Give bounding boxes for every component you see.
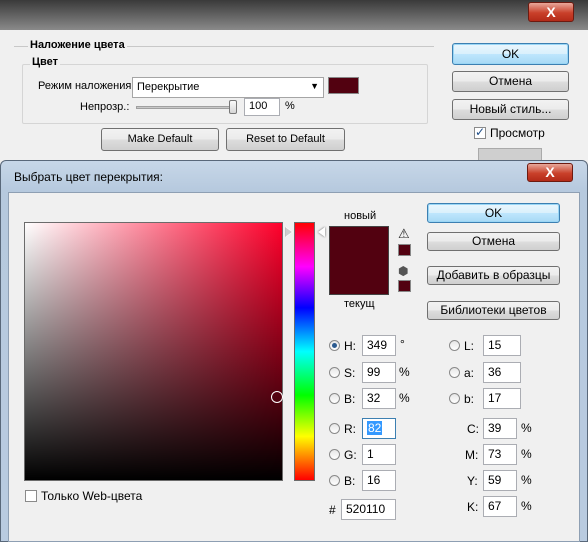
preview-checkbox[interactable]: ✓ [474, 125, 486, 139]
blend-mode-label: Режим наложения: [38, 80, 135, 92]
new-style-button[interactable]: Новый стиль... [452, 99, 569, 120]
y-label: Y: [467, 474, 478, 488]
radio-l[interactable] [449, 340, 460, 351]
current-color-swatch[interactable] [329, 260, 389, 295]
r-input[interactable]: 82 [362, 418, 396, 439]
preview-label: Просмотр [490, 126, 545, 140]
chevron-down-icon: ▼ [310, 81, 319, 91]
k-unit: % [521, 499, 532, 513]
window-titlebar [0, 0, 588, 30]
a-label: a: [464, 366, 475, 380]
m-input[interactable]: 73 [483, 444, 517, 465]
overlay-color-swatch[interactable] [328, 77, 359, 94]
hue-arrow-left-outline [285, 227, 292, 237]
s-label: S: [344, 366, 356, 380]
radio-r[interactable] [329, 423, 340, 434]
radio-lab-b[interactable] [449, 393, 460, 404]
picker-cancel-button[interactable]: Отмена [427, 232, 560, 251]
hue-slider[interactable] [294, 222, 315, 481]
hex-input[interactable]: 520110 [341, 499, 396, 520]
color-group-title: Цвет [30, 56, 61, 68]
k-input[interactable]: 67 [483, 496, 517, 517]
cube-icon[interactable]: ⬢ [398, 264, 408, 278]
web-colors-label: Только Web-цвета [41, 489, 143, 503]
opacity-input[interactable]: 100 [244, 98, 280, 116]
lab-b-input[interactable]: 17 [483, 388, 521, 409]
blue-input[interactable]: 16 [362, 470, 396, 491]
s-input[interactable]: 99 [362, 362, 396, 383]
c-label: C: [467, 422, 479, 436]
r-input-value: 82 [367, 421, 383, 435]
reset-default-button[interactable]: Reset to Default [226, 128, 345, 151]
l-label: L: [464, 339, 475, 353]
make-default-button[interactable]: Make Default [101, 128, 219, 151]
layer-cancel-button[interactable]: Отмена [452, 71, 569, 92]
r-label: R: [344, 422, 356, 436]
s-unit: % [399, 365, 410, 379]
hex-label: # [329, 503, 336, 517]
blue-label: B: [344, 474, 356, 488]
window-close-button[interactable]: X [528, 2, 574, 22]
h-unit: ° [400, 337, 405, 351]
radio-blue[interactable] [329, 475, 340, 486]
section-title: Наложение цвета [28, 39, 127, 51]
color-field-cursor[interactable] [271, 391, 283, 403]
c-input[interactable]: 39 [483, 418, 517, 439]
warning-icon[interactable]: ⚠ [398, 226, 410, 242]
radio-s[interactable] [329, 367, 340, 378]
blend-mode-select[interactable]: Перекрытие ▼ [132, 77, 324, 98]
opacity-slider-track[interactable] [136, 106, 236, 109]
h-input[interactable]: 349 [362, 335, 396, 356]
radio-b[interactable] [329, 393, 340, 404]
opacity-label: Непрозр.: [80, 101, 130, 113]
picker-ok-button[interactable]: OK [427, 203, 560, 223]
radio-a[interactable] [449, 367, 460, 378]
opacity-unit: % [285, 100, 295, 112]
k-label: K: [467, 500, 479, 514]
b-label: B: [344, 392, 356, 406]
b-unit: % [399, 391, 410, 405]
web-colors-checkbox[interactable] [25, 490, 37, 502]
gamut-swatch[interactable] [398, 244, 411, 256]
layer-ok-button[interactable]: OK [452, 43, 569, 65]
current-color-label: текущ [344, 298, 375, 310]
y-input[interactable]: 59 [483, 470, 517, 491]
radio-g[interactable] [329, 449, 340, 460]
add-to-swatches-button[interactable]: Добавить в образцы [427, 266, 560, 285]
blend-mode-value: Перекрытие [137, 81, 200, 93]
c-unit: % [521, 421, 532, 435]
picker-title: Выбрать цвет перекрытия: [14, 170, 163, 184]
m-label: M: [465, 448, 479, 462]
y-unit: % [521, 473, 532, 487]
color-field[interactable] [24, 222, 283, 481]
b-input[interactable]: 32 [362, 388, 396, 409]
g-input[interactable]: 1 [362, 444, 396, 465]
opacity-slider-handle[interactable] [229, 100, 237, 114]
lab-b-label: b: [464, 392, 475, 406]
radio-h[interactable] [329, 340, 340, 351]
new-color-label: новый [344, 210, 377, 222]
picker-close-button[interactable]: X [527, 163, 573, 182]
m-unit: % [521, 447, 532, 461]
l-input[interactable]: 15 [483, 335, 521, 356]
web-safe-swatch[interactable] [398, 280, 411, 292]
h-label: H: [344, 339, 356, 353]
new-color-swatch [329, 226, 389, 260]
checkmark-icon: ✓ [475, 125, 486, 139]
hue-arrow-right[interactable] [318, 227, 325, 237]
g-label: G: [344, 448, 357, 462]
color-libraries-button[interactable]: Библиотеки цветов [427, 301, 560, 320]
a-input[interactable]: 36 [483, 362, 521, 383]
